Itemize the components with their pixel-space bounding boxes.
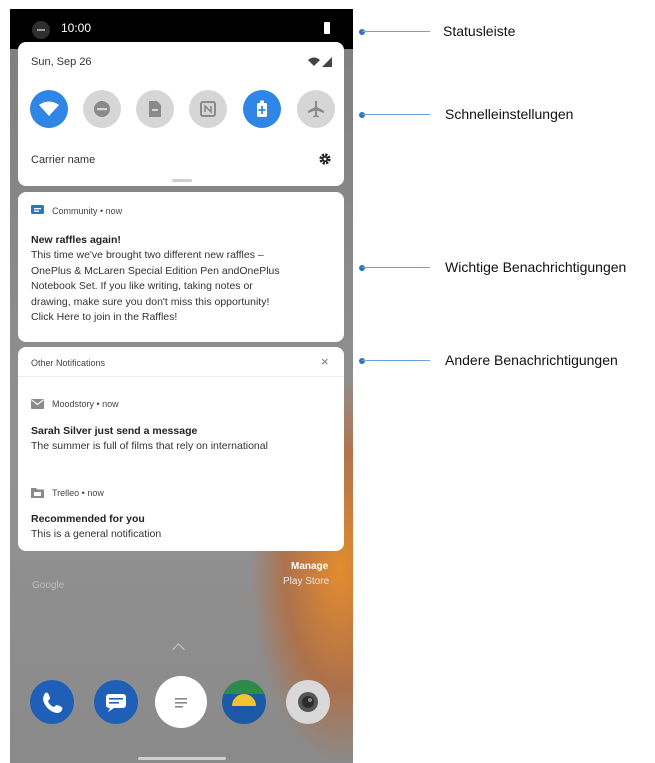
- callout-dot: [359, 265, 365, 271]
- phone-app-icon[interactable]: [30, 680, 74, 724]
- quick-settings-date: Sun, Sep 26: [31, 56, 92, 68]
- manage-app-label: Manage: [291, 561, 329, 572]
- notification-app-row: Moodstory • now: [31, 399, 119, 409]
- notification-body: This time we've brought two different ne…: [31, 248, 280, 326]
- notification-app-name: Moodstory • now: [52, 399, 119, 409]
- notification-body: This is a general notification: [31, 528, 162, 540]
- notes-app-icon[interactable]: [155, 676, 207, 728]
- battery-saver-tile[interactable]: [243, 90, 281, 128]
- notification-body-line: Click Here to join in the Raffles!: [31, 311, 178, 323]
- carrier-name: Carrier name: [31, 154, 96, 166]
- notification-body: The summer is full of films that rely on…: [31, 440, 268, 452]
- do-not-disturb-icon: [94, 101, 110, 117]
- callout-label: Wichtige Benachrichtigungen: [445, 259, 627, 275]
- battery-saver-icon: [257, 100, 267, 117]
- quick-settings-panel: Sun, Sep 26 Carrier name: [18, 42, 344, 186]
- callout-line: [362, 360, 430, 361]
- google-app-label: Google: [32, 580, 65, 591]
- notification-body-line: Notebook Set. If you like writing, takin…: [31, 280, 253, 292]
- divider: [18, 376, 344, 377]
- notification-body-line: OnePlus & McLaren Special Edition Pen an…: [31, 264, 280, 277]
- do-not-disturb-tile[interactable]: [83, 90, 121, 128]
- quick-settings-tiles: [30, 90, 336, 134]
- nfc-tile[interactable]: [189, 90, 227, 128]
- settings-gear-icon[interactable]: [318, 152, 332, 166]
- notification-title: Recommended for you: [31, 513, 145, 525]
- notification-app-row: Community • now: [31, 205, 122, 216]
- nfc-icon: [200, 101, 216, 117]
- messages-app-icon[interactable]: [94, 680, 138, 724]
- callout-dot: [359, 29, 365, 35]
- callout-line: [362, 114, 430, 115]
- notification-app-name: Community • now: [52, 205, 123, 216]
- notification-body-line: drawing, make sure you don't miss this o…: [31, 295, 270, 308]
- notification-app-row: Trelleo • now: [31, 487, 104, 498]
- weather-app-icon[interactable]: [222, 680, 266, 724]
- other-notifications-card: Other Notifications × Moodstory • now Sa…: [18, 347, 344, 551]
- callout-label: Schnelleinstellungen: [445, 106, 574, 122]
- playstore-app-label: Play Store: [283, 576, 330, 587]
- community-chat-icon: [31, 205, 44, 214]
- callout-dot: [359, 112, 365, 118]
- mail-icon: [31, 399, 44, 409]
- notification-title: Sarah Silver just send a message: [31, 425, 198, 437]
- camera-app-icon[interactable]: [286, 680, 330, 724]
- callout-line: [362, 267, 430, 268]
- wifi-tile[interactable]: [30, 90, 68, 128]
- battery-icon: [324, 22, 330, 34]
- wifi-icon: [39, 101, 59, 116]
- wifi-signal-icon: [308, 57, 332, 67]
- callout-label: Statusleiste: [443, 23, 516, 39]
- close-icon[interactable]: ×: [321, 355, 329, 369]
- screenshot-icon: [149, 101, 161, 117]
- gesture-navigation-bar[interactable]: [138, 757, 226, 760]
- airplane-mode-icon: [308, 101, 324, 118]
- notification-body-line: This time we've brought two different ne…: [31, 249, 264, 261]
- callout-line: [362, 31, 430, 32]
- screenshot-tile[interactable]: [136, 90, 174, 128]
- other-notifications-header: Other Notifications: [31, 358, 106, 368]
- callout-dot: [359, 358, 365, 364]
- airplane-mode-tile[interactable]: [297, 90, 335, 128]
- assistant-icon: [32, 21, 50, 39]
- important-notification-card[interactable]: Community • now New raffles again! This …: [18, 192, 344, 342]
- notification-title: New raffles again!: [31, 234, 121, 246]
- status-time: 10:00: [61, 21, 92, 35]
- phone-screen: Google Manage Play Store 10:00 Sun, Sep …: [10, 9, 353, 763]
- quick-settings-drag-handle[interactable]: [172, 179, 192, 182]
- folder-icon: [31, 488, 44, 498]
- notification-app-name: Trelleo • now: [52, 487, 104, 498]
- callout-label: Andere Benachrichtigungen: [445, 352, 618, 368]
